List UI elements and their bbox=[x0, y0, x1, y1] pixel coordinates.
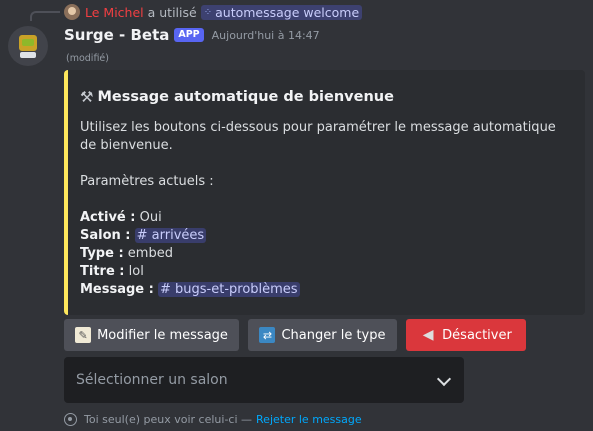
field-label: Salon : bbox=[80, 228, 131, 243]
button-label: Désactiver bbox=[442, 327, 512, 343]
channel-select[interactable]: Sélectionner un salon bbox=[64, 357, 464, 403]
tools-icon: ⚒ bbox=[80, 88, 94, 106]
shuffle-icon: ⇄ bbox=[259, 327, 276, 343]
mute-icon: ◀ bbox=[422, 327, 434, 343]
field-label: Activé : bbox=[80, 210, 136, 225]
edit-message-button[interactable]: ✎ Modifier le message bbox=[64, 319, 239, 351]
edited-label: (modifié) bbox=[66, 53, 109, 64]
channel-mention[interactable]: # arrivées bbox=[134, 228, 207, 243]
chevron-down-icon bbox=[436, 372, 452, 388]
field-label: Titre : bbox=[80, 264, 125, 279]
action-row: ✎ Modifier le message ⇄ Changer le type … bbox=[64, 319, 526, 351]
robot-screen bbox=[22, 39, 34, 46]
field-label: Type : bbox=[80, 246, 124, 261]
button-label: Changer le type bbox=[281, 327, 386, 343]
field-title: Titre : lol bbox=[80, 263, 573, 281]
field-value: Oui bbox=[139, 210, 162, 225]
field-value: lol bbox=[128, 264, 144, 279]
embed-title: ⚒ Message automatique de bienvenue bbox=[80, 88, 573, 106]
message-timestamp[interactable]: Aujourd'hui à 14:47 bbox=[212, 29, 320, 42]
button-label: Modifier le message bbox=[97, 327, 228, 343]
settings-header: Paramètres actuels : bbox=[80, 174, 214, 189]
ephemeral-text: Toi seul(e) peux voir celui-ci — bbox=[84, 413, 253, 426]
field-value: embed bbox=[127, 246, 173, 261]
ephemeral-notice: Toi seul(e) peux voir celui-ci — Rejeter… bbox=[64, 413, 362, 426]
field-channel: Salon : # arrivées bbox=[80, 227, 573, 245]
slash-command[interactable]: ⁘ automessage welcome bbox=[200, 4, 363, 20]
memo-icon: ✎ bbox=[75, 327, 92, 343]
message-header: Surge - Beta APP Aujourd'hui à 14:47 bbox=[64, 26, 320, 44]
field-message: Message : # bugs-et-problèmes bbox=[80, 281, 573, 299]
field-type: Type : embed bbox=[80, 245, 573, 263]
bot-avatar[interactable] bbox=[8, 26, 48, 66]
reply-context[interactable]: Le Michel a utilisé ⁘ automessage welcom… bbox=[64, 3, 363, 21]
reply-text: a utilisé bbox=[147, 4, 197, 20]
command-icon: ⁘ bbox=[203, 6, 213, 18]
eye-icon bbox=[64, 413, 77, 426]
disable-button[interactable]: ◀ Désactiver bbox=[406, 319, 526, 351]
embed-description: Utilisez les boutons ci-dessous pour par… bbox=[80, 120, 556, 153]
slash-command-name: automessage welcome bbox=[215, 4, 360, 20]
author-name[interactable]: Surge - Beta bbox=[64, 26, 169, 44]
change-type-button[interactable]: ⇄ Changer le type bbox=[248, 319, 397, 351]
reply-connector bbox=[30, 11, 60, 21]
reply-avatar[interactable] bbox=[64, 4, 80, 20]
reply-username[interactable]: Le Michel bbox=[85, 5, 144, 20]
embed-title-text: Message automatique de bienvenue bbox=[97, 89, 394, 105]
app-badge: APP bbox=[174, 28, 204, 42]
robot-base bbox=[20, 52, 36, 58]
embed-card: ⚒ Message automatique de bienvenue Utili… bbox=[64, 70, 585, 315]
field-label: Message : bbox=[80, 282, 154, 297]
dismiss-message-link[interactable]: Rejeter le message bbox=[256, 413, 362, 426]
field-active: Activé : Oui bbox=[80, 209, 573, 227]
select-placeholder: Sélectionner un salon bbox=[76, 372, 228, 388]
channel-mention[interactable]: # bugs-et-problèmes bbox=[158, 282, 300, 297]
